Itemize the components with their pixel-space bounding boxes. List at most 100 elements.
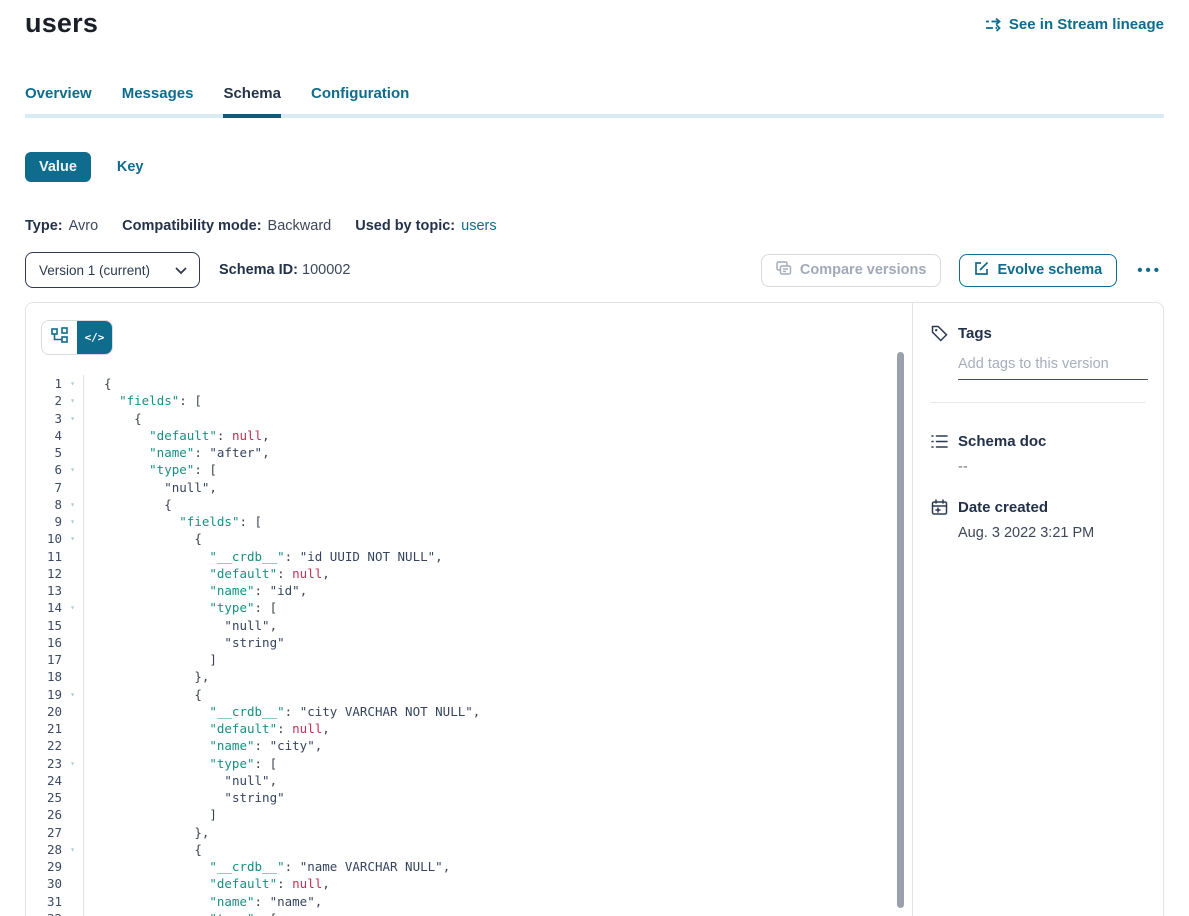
line-number: 24 bbox=[26, 772, 62, 789]
code-line: 11 "__crdb__": "id UUID NOT NULL", bbox=[26, 548, 912, 565]
fold-gutter bbox=[62, 737, 84, 754]
fold-gutter bbox=[62, 427, 84, 444]
date-created-title: Date created bbox=[958, 499, 1048, 516]
schema-doc-title: Schema doc bbox=[958, 433, 1046, 450]
code-line: 15 "null", bbox=[26, 617, 912, 634]
code-line: 8▾ { bbox=[26, 496, 912, 513]
lineage-link-label: See in Stream lineage bbox=[1009, 16, 1164, 33]
fold-toggle-icon[interactable]: ▾ bbox=[62, 530, 84, 547]
tree-view-button[interactable] bbox=[42, 321, 77, 354]
topic-link[interactable]: users bbox=[461, 218, 496, 234]
fold-toggle-icon[interactable]: ▾ bbox=[62, 375, 84, 392]
version-actions: Compare versions Evolve schema ••• bbox=[761, 254, 1164, 287]
code-line: 13 "name": "id", bbox=[26, 582, 912, 599]
line-number: 9 bbox=[26, 513, 62, 530]
line-number: 8 bbox=[26, 496, 62, 513]
code-text: "string" bbox=[84, 789, 285, 806]
fold-toggle-icon[interactable]: ▾ bbox=[62, 755, 84, 772]
evolve-schema-button[interactable]: Evolve schema bbox=[959, 254, 1117, 287]
line-number: 21 bbox=[26, 720, 62, 737]
line-number: 25 bbox=[26, 789, 62, 806]
code-text: "fields": [ bbox=[84, 392, 202, 409]
see-in-stream-lineage-link[interactable]: See in Stream lineage bbox=[985, 16, 1164, 33]
fold-gutter bbox=[62, 617, 84, 634]
key-toggle-button[interactable]: Key bbox=[117, 159, 144, 175]
code-line: 22 "name": "city", bbox=[26, 737, 912, 754]
fold-toggle-icon[interactable]: ▾ bbox=[62, 461, 84, 478]
code-line: 20 "__crdb__": "city VARCHAR NOT NULL", bbox=[26, 703, 912, 720]
tree-view-icon bbox=[51, 327, 68, 348]
code-line: 32▾ "type": [ bbox=[26, 910, 912, 916]
code-line: 7 "null", bbox=[26, 479, 912, 496]
code-text: "type": [ bbox=[84, 910, 277, 916]
editor-scrollbar[interactable] bbox=[897, 352, 904, 908]
tab-messages[interactable]: Messages bbox=[122, 85, 194, 114]
chevron-down-icon bbox=[175, 263, 187, 278]
fold-gutter bbox=[62, 789, 84, 806]
tab-configuration[interactable]: Configuration bbox=[311, 85, 409, 114]
compatibility-label: Compatibility mode: bbox=[122, 218, 261, 234]
fold-gutter bbox=[62, 668, 84, 685]
used-by-topic: Used by topic: users bbox=[355, 218, 496, 234]
edit-icon bbox=[974, 261, 989, 280]
code-lines[interactable]: 1▾{2▾ "fields": [3▾ {4 "default": null,5… bbox=[26, 375, 912, 916]
code-text: "null", bbox=[84, 479, 217, 496]
version-select-value: Version 1 (current) bbox=[39, 263, 150, 278]
code-line: 5 "name": "after", bbox=[26, 444, 912, 461]
code-line: 16 "string" bbox=[26, 634, 912, 651]
line-number: 12 bbox=[26, 565, 62, 582]
line-number: 26 bbox=[26, 806, 62, 823]
code-text: "fields": [ bbox=[84, 513, 262, 530]
code-line: 1▾{ bbox=[26, 375, 912, 392]
code-text: "null", bbox=[84, 617, 277, 634]
code-line: 27 }, bbox=[26, 824, 912, 841]
fold-toggle-icon[interactable]: ▾ bbox=[62, 392, 84, 409]
fold-toggle-icon[interactable]: ▾ bbox=[62, 410, 84, 427]
tab-schema[interactable]: Schema bbox=[223, 85, 281, 114]
fold-toggle-icon[interactable]: ▾ bbox=[62, 599, 84, 616]
version-bar: Version 1 (current) Schema ID: 100002 Co… bbox=[25, 252, 1164, 288]
line-number: 15 bbox=[26, 617, 62, 634]
stream-lineage-icon bbox=[985, 17, 1002, 32]
more-options-button[interactable]: ••• bbox=[1135, 258, 1164, 283]
code-view-button[interactable]: </> bbox=[77, 321, 112, 354]
version-select[interactable]: Version 1 (current) bbox=[25, 252, 200, 288]
code-line: 9▾ "fields": [ bbox=[26, 513, 912, 530]
add-tags-input[interactable] bbox=[958, 350, 1148, 380]
compare-versions-button[interactable]: Compare versions bbox=[761, 254, 942, 287]
code-text: "default": null, bbox=[84, 565, 330, 582]
code-text: }, bbox=[84, 824, 209, 841]
code-text: }, bbox=[84, 668, 209, 685]
line-number: 3 bbox=[26, 410, 62, 427]
tab-overview[interactable]: Overview bbox=[25, 85, 92, 114]
code-text: ] bbox=[84, 806, 217, 823]
code-line: 2▾ "fields": [ bbox=[26, 392, 912, 409]
code-text: "default": null, bbox=[84, 427, 270, 444]
code-line: 28▾ { bbox=[26, 841, 912, 858]
line-number: 5 bbox=[26, 444, 62, 461]
line-number: 32 bbox=[26, 910, 62, 916]
schema-id-label: Schema ID: bbox=[219, 262, 298, 278]
code-text: "name": "name", bbox=[84, 893, 322, 910]
code-text: "__crdb__": "name VARCHAR NULL", bbox=[84, 858, 450, 875]
fold-gutter bbox=[62, 548, 84, 565]
code-text: "type": [ bbox=[84, 599, 277, 616]
schema-id-value: 100002 bbox=[302, 262, 350, 278]
code-text: { bbox=[84, 375, 112, 392]
code-line: 12 "default": null, bbox=[26, 565, 912, 582]
date-created-section: Date created Aug. 3 2022 3:21 PM bbox=[930, 499, 1145, 541]
line-number: 29 bbox=[26, 858, 62, 875]
line-number: 23 bbox=[26, 755, 62, 772]
fold-gutter bbox=[62, 479, 84, 496]
value-toggle-button[interactable]: Value bbox=[25, 152, 91, 182]
line-number: 16 bbox=[26, 634, 62, 651]
fold-toggle-icon[interactable]: ▾ bbox=[62, 686, 84, 703]
code-text: "name": "id", bbox=[84, 582, 307, 599]
schema-id: Schema ID: 100002 bbox=[219, 262, 350, 278]
fold-toggle-icon[interactable]: ▾ bbox=[62, 513, 84, 530]
fold-toggle-icon[interactable]: ▾ bbox=[62, 910, 84, 916]
fold-toggle-icon[interactable]: ▾ bbox=[62, 841, 84, 858]
fold-toggle-icon[interactable]: ▾ bbox=[62, 496, 84, 513]
code-line: 21 "default": null, bbox=[26, 720, 912, 737]
page-header: users See in Stream lineage bbox=[25, 8, 1164, 39]
